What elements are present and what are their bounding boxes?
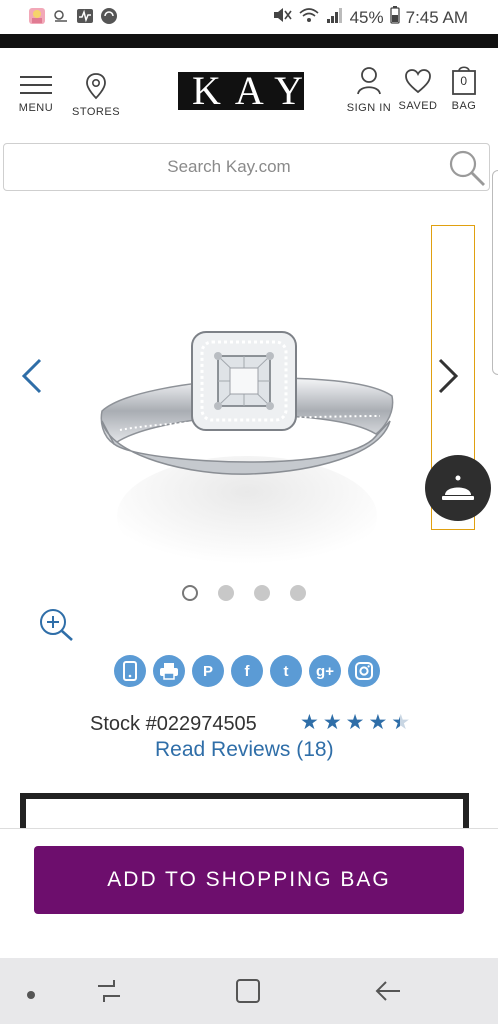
carousel-dot-2[interactable] — [218, 585, 234, 601]
saved-label: SAVED — [398, 100, 438, 112]
user-icon — [357, 67, 381, 95]
rating-stars[interactable]: ★ ★ ★ ★ ★ ★ — [300, 710, 409, 735]
stock-number: Stock #022974505 — [90, 713, 257, 735]
print-icon[interactable] — [153, 655, 185, 687]
product-details-box — [20, 793, 469, 833]
stores-label: STORES — [72, 106, 121, 118]
location-pin-icon — [86, 73, 106, 100]
star-icon: ★ — [322, 711, 342, 734]
recent-apps-icon[interactable] — [96, 978, 122, 1009]
status-bar: 45% 7:45 AM — [0, 0, 498, 34]
star-icon: ★ — [300, 711, 319, 734]
sign-in-button[interactable]: SIGN IN — [344, 66, 394, 114]
back-icon[interactable] — [374, 978, 402, 1009]
stores-button[interactable]: STORES — [72, 72, 120, 118]
weather-icon — [52, 7, 70, 25]
hamburger-icon — [20, 76, 52, 94]
android-navigation-bar — [0, 958, 498, 1024]
sync-icon — [100, 7, 118, 25]
saved-button[interactable]: SAVED — [396, 68, 440, 112]
mobile-icon[interactable] — [114, 655, 146, 687]
screen: 45% 7:45 AM MENU STORES KAY SIGN IN SAVE… — [0, 0, 498, 1024]
mute-icon — [272, 6, 292, 29]
twitter-icon[interactable]: t — [270, 655, 302, 687]
product-image-carousel — [0, 196, 498, 576]
menu-button[interactable]: MENU — [16, 74, 56, 114]
half-star-icon: ★ ★ — [391, 711, 410, 734]
facebook-icon[interactable]: f — [231, 655, 263, 687]
add-to-shopping-bag-button[interactable]: ADD TO SHOPPING BAG — [34, 846, 464, 914]
wifi-icon — [298, 6, 320, 29]
site-header: MENU STORES KAY SIGN IN SAVED 0 BAG — [0, 48, 498, 134]
pinterest-icon[interactable]: P — [192, 655, 224, 687]
heart-icon — [405, 69, 431, 94]
bell-icon — [442, 475, 474, 500]
ring-product-image[interactable] — [80, 216, 414, 576]
carousel-dot-4[interactable] — [290, 585, 306, 601]
bag-label: BAG — [451, 100, 477, 112]
search-input[interactable] — [14, 144, 444, 190]
avatar-notification-icon — [28, 7, 46, 25]
bag-count: 0 — [460, 74, 468, 88]
promo-banner-strip[interactable] — [0, 34, 498, 48]
zoom-in-icon[interactable] — [38, 607, 76, 648]
battery-percent: 45% — [349, 7, 384, 27]
sign-in-label: SIGN IN — [346, 102, 392, 114]
search-icon[interactable] — [447, 148, 487, 193]
star-icon: ★ — [368, 711, 388, 734]
carousel-pagination — [182, 585, 306, 601]
social-share-bar: P f t g+ — [114, 655, 380, 687]
home-icon[interactable] — [235, 978, 261, 1009]
star-icon: ★ — [345, 711, 365, 734]
nav-dot-icon[interactable] — [26, 987, 36, 1005]
clock-time: 7:45 AM — [405, 7, 468, 27]
concierge-bell-button[interactable] — [425, 455, 491, 521]
search-bar — [3, 143, 490, 191]
previous-image-chevron-icon[interactable] — [20, 356, 44, 401]
shopping-bag-icon: 0 — [451, 64, 477, 96]
read-reviews-link[interactable]: Read Reviews (18) — [155, 738, 334, 762]
activity-icon — [76, 7, 94, 25]
bag-button[interactable]: 0 BAG — [448, 64, 480, 112]
signal-icon — [326, 6, 344, 29]
carousel-dot-1[interactable] — [182, 585, 198, 601]
google-plus-icon[interactable]: g+ — [309, 655, 341, 687]
menu-label: MENU — [18, 102, 54, 114]
instagram-icon[interactable] — [348, 655, 380, 687]
battery-icon — [389, 6, 400, 29]
carousel-dot-3[interactable] — [254, 585, 270, 601]
kay-logo[interactable]: KAY — [178, 71, 304, 111]
